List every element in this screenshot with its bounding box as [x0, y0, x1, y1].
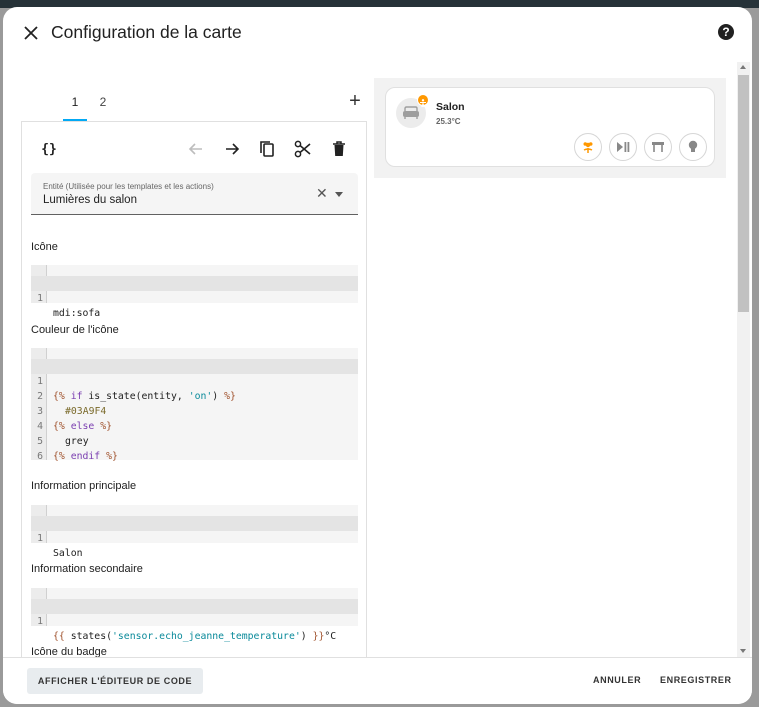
- primary-info-code-editor[interactable]: 1 Salon: [31, 505, 358, 559]
- icon-color-field-label: Couleur de l'icône: [31, 324, 119, 336]
- icon-color-code-editor[interactable]: 1 {% if is_state(entity, 'on') %} 2 #03A…: [31, 348, 358, 462]
- arrow-right-icon[interactable]: [219, 136, 245, 162]
- copy-icon[interactable]: [254, 136, 280, 162]
- dialog-footer: AFFICHER L'ÉDITEUR DE CODE ANNULER ENREG…: [3, 657, 752, 704]
- tab-card-1[interactable]: 1: [63, 91, 87, 121]
- code-line: 1 {% if is_state(entity, 'on') %}: [31, 359, 358, 402]
- close-icon[interactable]: [19, 21, 43, 45]
- icon-code-editor[interactable]: 1 mdi:sofa: [31, 265, 358, 319]
- code-line: 1 {{ states('sensor.echo_jeanne_temperat…: [31, 599, 358, 642]
- dialog-header: Configuration de la carte ?: [3, 7, 752, 59]
- card-preview-area: Salon 25.3°C: [374, 78, 726, 178]
- secondary-info-code-editor[interactable]: 1 {{ states('sensor.echo_jeanne_temperat…: [31, 588, 358, 642]
- preview-card[interactable]: Salon 25.3°C: [385, 87, 715, 167]
- code-line: 4 grey: [37, 421, 89, 447]
- card-editor-panel: {} Entité (Utilisée pour les templates e…: [21, 121, 367, 666]
- code-line: 1 Salon: [31, 516, 358, 559]
- code-line: 3 {% else %}: [37, 406, 112, 432]
- cut-icon[interactable]: [290, 136, 316, 162]
- lightbulb-icon[interactable]: [679, 133, 707, 161]
- scroll-up-icon[interactable]: [740, 65, 746, 69]
- card-secondary-info: 25.3°C: [436, 117, 461, 126]
- primary-info-field-label: Information principale: [31, 480, 137, 492]
- add-card-icon[interactable]: +: [345, 91, 365, 112]
- scroll-down-icon[interactable]: [740, 649, 746, 653]
- play-pause-icon[interactable]: [609, 133, 637, 161]
- clear-icon[interactable]: ✕: [316, 186, 330, 200]
- icon-field-label: Icône: [31, 241, 58, 253]
- code-braces-icon[interactable]: {}: [36, 136, 62, 162]
- help-icon[interactable]: ?: [718, 24, 734, 40]
- entity-select-value: Lumières du salon: [43, 194, 137, 206]
- code-line: 6: [37, 451, 43, 462]
- code-line: 2 #03A9F4: [37, 391, 107, 417]
- card-config-dialog: Configuration de la carte ? 1 2 + {} Ent…: [3, 7, 752, 704]
- secondary-info-field-label: Information secondaire: [31, 563, 143, 575]
- badge-icon: [417, 94, 429, 108]
- cancel-button[interactable]: ANNULER: [593, 675, 641, 685]
- scrollbar-thumb[interactable]: [738, 75, 749, 312]
- entity-select[interactable]: Entité (Utilisée pour les templates et l…: [31, 173, 358, 215]
- flower-icon[interactable]: [574, 133, 602, 161]
- entity-select-label: Entité (Utilisée pour les templates et l…: [43, 182, 214, 191]
- code-line: 1 mdi:sofa: [31, 276, 358, 319]
- dropdown-arrow-icon[interactable]: [335, 192, 343, 197]
- card-toolbar: {}: [22, 136, 366, 162]
- dialog-title: Configuration de la carte: [51, 22, 242, 42]
- tab-card-2[interactable]: 2: [91, 91, 115, 121]
- dialog-scrollbar[interactable]: [737, 62, 750, 658]
- table-icon[interactable]: [644, 133, 672, 161]
- code-line: 5 {% endif %}: [37, 436, 118, 462]
- show-code-editor-button[interactable]: AFFICHER L'ÉDITEUR DE CODE: [27, 668, 203, 694]
- arrow-left-icon[interactable]: [183, 136, 209, 162]
- save-button[interactable]: ENREGISTRER: [660, 675, 732, 685]
- card-primary-info: Salon: [436, 101, 465, 113]
- delete-icon[interactable]: [326, 136, 352, 162]
